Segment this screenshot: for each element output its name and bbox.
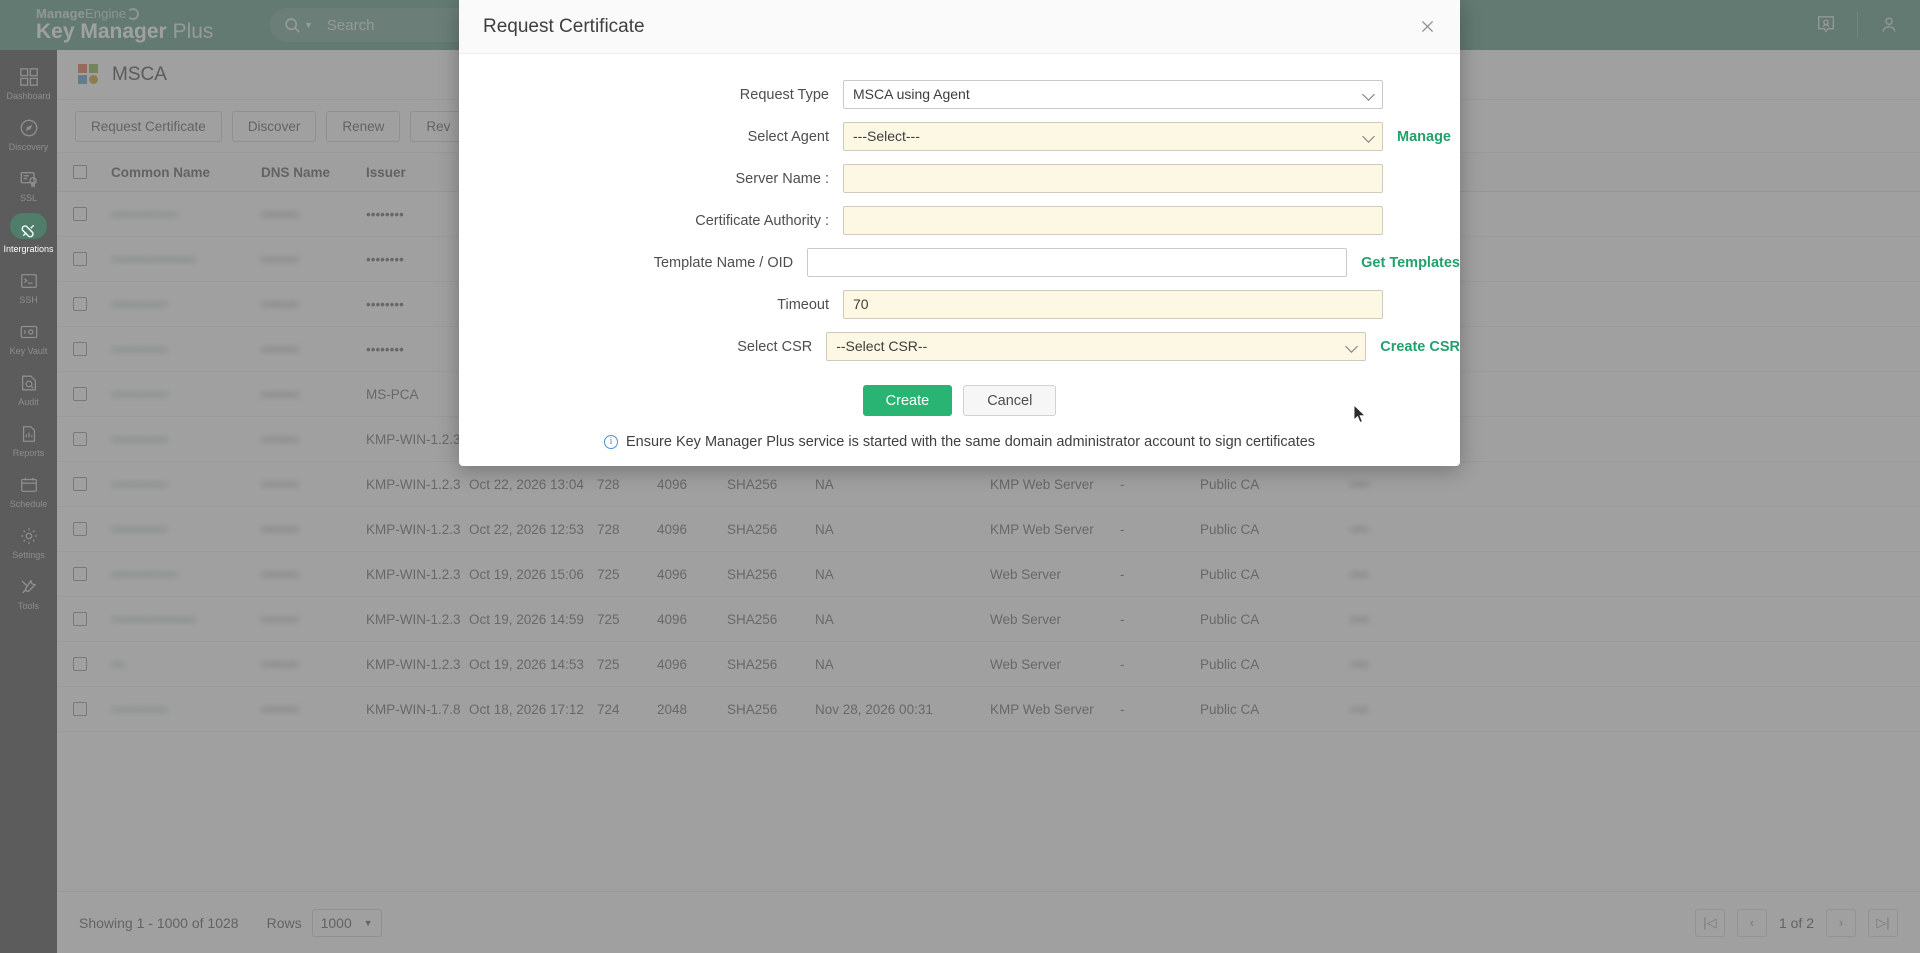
- create-csr-link[interactable]: Create CSR: [1380, 339, 1460, 355]
- control-request-type: MSCA using Agent: [843, 80, 1383, 109]
- label-timeout: Timeout: [777, 296, 829, 313]
- dialog-body: Request Type MSCA using Agent Select Agent…: [459, 54, 1460, 450]
- sidebar-label-intergrations: Intergrations: [3, 244, 54, 254]
- dialog-note-text: Ensure Key Manager Plus service is start…: [625, 434, 1316, 450]
- input-timeout[interactable]: 70: [843, 290, 1383, 319]
- form-row-certificate-authority: Certificate Authority :: [459, 206, 1460, 235]
- dialog-title: Request Certificate: [483, 15, 645, 37]
- control-template-name-oid: [807, 248, 1348, 277]
- plug-icon: [19, 219, 38, 241]
- select-select-csr[interactable]: --Select CSR--: [826, 332, 1367, 361]
- input-template-name-oid[interactable]: [807, 248, 1348, 277]
- control-server-name: [843, 164, 1383, 193]
- control-certificate-authority: [843, 206, 1383, 235]
- label-select-csr: Select CSR: [737, 338, 813, 355]
- manage-link[interactable]: Manage: [1397, 129, 1451, 145]
- create-button[interactable]: Create: [862, 385, 953, 416]
- dialog-header: Request Certificate: [459, 0, 1460, 54]
- cancel-button[interactable]: Cancel: [963, 385, 1057, 416]
- control-select-agent: ---Select---: [843, 122, 1383, 151]
- form-row-select-agent: Select Agent ---Select--- Manage: [459, 122, 1460, 151]
- label-server-name: Server Name :: [735, 170, 829, 187]
- request-certificate-form: Request Type MSCA using Agent Select Agent…: [459, 80, 1460, 361]
- control-select-csr: --Select CSR--: [826, 332, 1367, 361]
- form-row-select-csr: Select CSR --Select CSR-- Create CSR: [459, 332, 1460, 361]
- info-icon: i: [603, 435, 618, 449]
- label-template-name-oid: Template Name / OID: [653, 254, 794, 271]
- form-row-template-name-oid: Template Name / OID Get Templates: [459, 248, 1460, 277]
- label-certificate-authority: Certificate Authority :: [695, 212, 829, 229]
- label-select-agent: Select Agent: [747, 128, 829, 145]
- close-icon[interactable]: [1412, 12, 1442, 42]
- input-server-name[interactable]: [843, 164, 1383, 193]
- mouse-cursor: [1353, 404, 1367, 423]
- form-row-timeout: Timeout 70: [459, 290, 1460, 319]
- request-certificate-dialog: Request Certificate Request Type MSCA usi…: [459, 0, 1460, 466]
- form-row-server-name: Server Name :: [459, 164, 1460, 193]
- form-row-request-type: Request Type MSCA using Agent: [459, 80, 1460, 109]
- dialog-actions: Create Cancel: [459, 385, 1460, 416]
- dialog-note: i Ensure Key Manager Plus service is sta…: [459, 434, 1460, 450]
- input-certificate-authority[interactable]: [843, 206, 1383, 235]
- label-request-type: Request Type: [739, 86, 829, 103]
- select-request-type[interactable]: MSCA using Agent: [843, 80, 1383, 109]
- control-timeout: 70: [843, 290, 1383, 319]
- select-select-agent[interactable]: ---Select---: [843, 122, 1383, 151]
- get-templates-link[interactable]: Get Templates: [1361, 255, 1460, 271]
